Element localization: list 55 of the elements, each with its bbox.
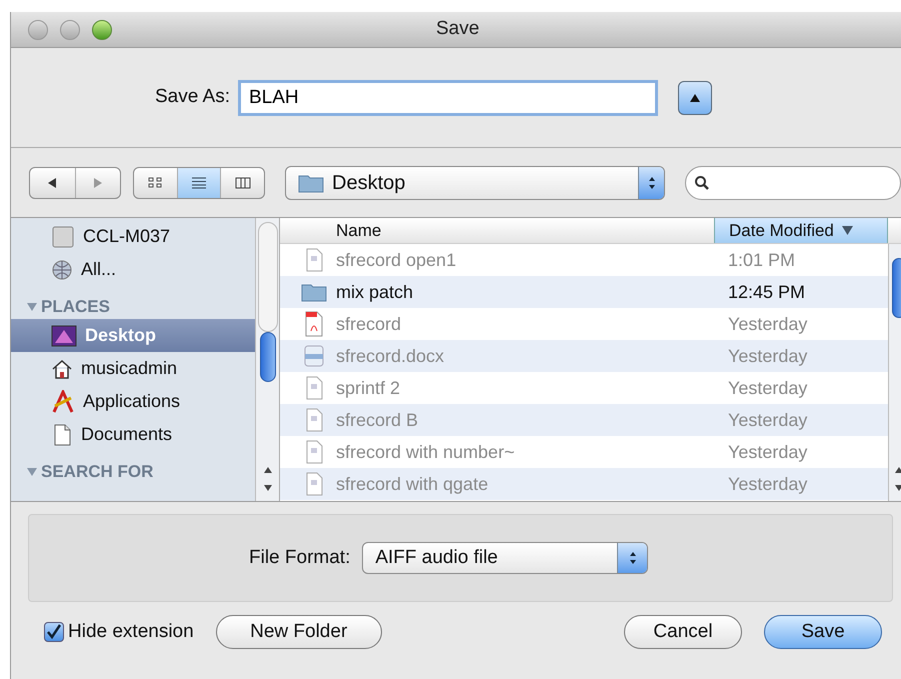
stepper-icon (646, 174, 656, 190)
app-icon (51, 390, 75, 414)
drive-icon (51, 224, 75, 248)
file-format-label: File Format: (249, 546, 350, 570)
scroll-thumb[interactable] (260, 332, 276, 382)
view-mode-button[interactable] (178, 168, 222, 198)
file-icon (304, 472, 324, 496)
globe-icon (51, 258, 73, 280)
stepper-icon (628, 550, 638, 566)
column-header[interactable]: Date Modified (714, 218, 888, 243)
file-row[interactable]: mix patch 12:45 PM (280, 276, 888, 308)
sidebar-scrollbar[interactable] (255, 218, 279, 501)
scroll-down-icon[interactable] (262, 483, 272, 493)
scroll-up-icon[interactable] (894, 465, 901, 475)
sidebar-item[interactable]: musicadmin (11, 352, 255, 385)
scroll-down-icon[interactable] (894, 483, 901, 493)
push-button[interactable]: Cancel (624, 615, 742, 649)
file-name-field[interactable]: BLAH (238, 80, 658, 116)
file-format-popup[interactable]: AIFF audio file (362, 542, 648, 574)
hide-extension-checkbox[interactable]: Hide extension (44, 618, 194, 646)
save-as-label: Save As: (155, 85, 230, 110)
sidebar-item[interactable]: Documents (11, 418, 255, 451)
file-icon (304, 376, 324, 400)
sidebar-item[interactable]: Applications (11, 385, 255, 418)
disclosure-down-icon (27, 466, 37, 476)
sidebar-item[interactable]: CCL-M037 (11, 220, 255, 253)
push-button[interactable]: New Folder (216, 615, 382, 649)
back-icon (46, 176, 58, 188)
window-title: Save (436, 17, 480, 42)
file-icon (304, 248, 324, 272)
grid-view-icon (148, 176, 162, 188)
search-icon (694, 174, 710, 190)
column-header[interactable]: Name (280, 218, 714, 243)
column-view-icon (234, 176, 251, 188)
disclosure-down-icon (27, 302, 37, 312)
folder-icon (301, 282, 327, 302)
folder-icon (298, 172, 324, 192)
sort-down-icon (842, 226, 853, 235)
docx-file-icon (303, 344, 325, 368)
desktop-icon (51, 324, 77, 346)
file-icon (304, 408, 324, 432)
sidebar-item[interactable]: All... (11, 253, 255, 286)
pdf-file-icon (303, 311, 325, 337)
expand-button[interactable] (678, 80, 712, 114)
default-button[interactable]: Save (764, 615, 882, 649)
forward-icon (92, 176, 104, 188)
search-field[interactable] (685, 166, 901, 200)
zoom-button[interactable] (92, 20, 112, 40)
location-popup[interactable]: Desktop (285, 166, 665, 200)
triangle-up-icon (690, 94, 700, 102)
list-view-icon (191, 176, 207, 188)
checkmark-icon (46, 624, 62, 640)
scroll-up-icon[interactable] (262, 465, 272, 475)
house-icon (51, 358, 73, 380)
file-icon (304, 440, 324, 464)
